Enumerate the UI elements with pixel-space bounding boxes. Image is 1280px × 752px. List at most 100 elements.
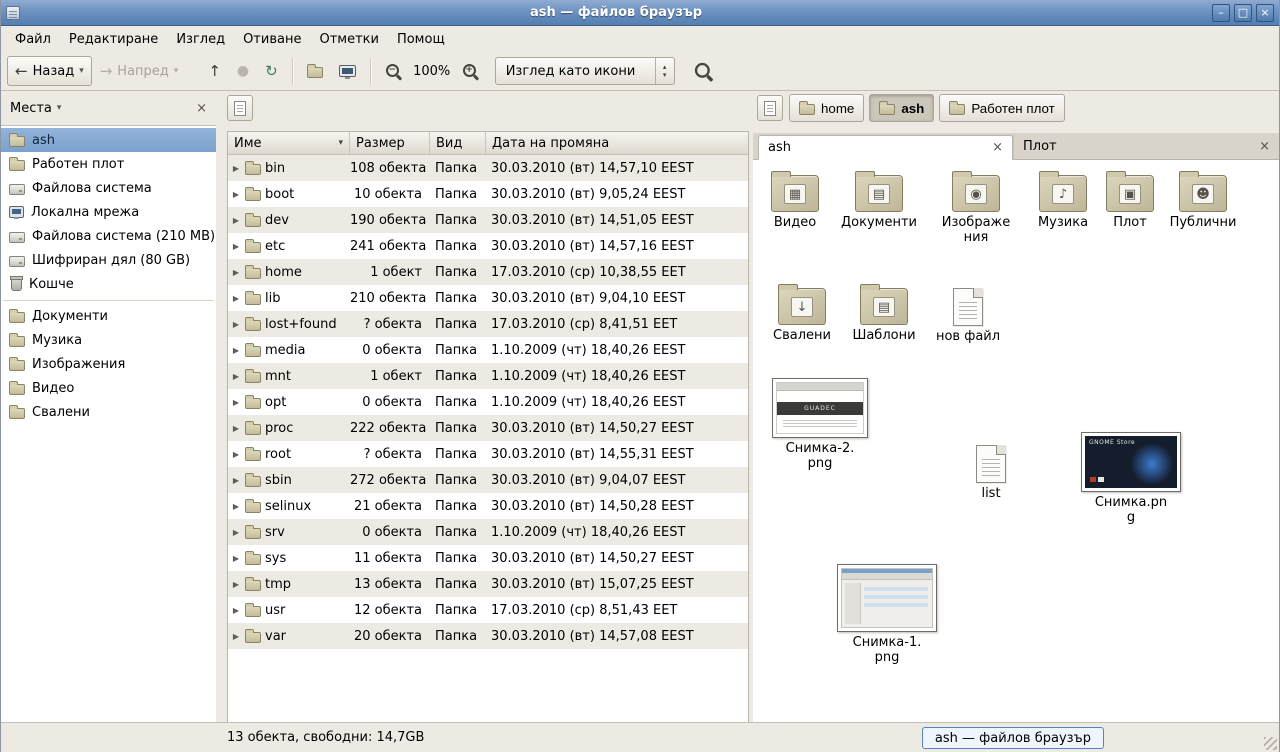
resize-grip[interactable] [1264, 737, 1277, 750]
folder-icon [245, 346, 261, 357]
pathbar-button[interactable]: Работен плот [939, 94, 1064, 122]
table-row[interactable]: ▶usr12 обектаПапка17.03.2010 (ср) 8,51,4… [228, 597, 748, 623]
back-icon: ← [15, 64, 28, 79]
menu-item[interactable]: Файл [6, 26, 60, 52]
folder-icon [245, 476, 261, 487]
folder-icon [245, 216, 261, 227]
menu-item[interactable]: Изглед [167, 26, 234, 52]
table-row[interactable]: ▶selinux21 обектаПапка30.03.2010 (вт) 14… [228, 493, 748, 519]
stop-button[interactable]: ● [229, 56, 257, 86]
table-row[interactable]: ▶lib210 обектаПапка30.03.2010 (вт) 9,04,… [228, 285, 748, 311]
icon-item[interactable]: Снимка-1.png [839, 564, 935, 666]
status-text: 13 обекта, свободни: 14,7GB [227, 730, 424, 745]
pane-splitter[interactable] [216, 91, 223, 722]
icon-item[interactable]: ☻Публични [1155, 175, 1251, 231]
menu-item[interactable]: Отметки [310, 26, 387, 52]
column-header-type[interactable]: Вид [430, 132, 486, 154]
sidebar-item[interactable]: ash [1, 128, 216, 152]
menu-item[interactable]: Отиване [234, 26, 310, 52]
column-header-date[interactable]: Дата на промяна [486, 132, 748, 154]
table-row[interactable]: ▶opt0 обектаПапка1.10.2009 (чт) 18,40,26… [228, 389, 748, 415]
table-row[interactable]: ▶proc222 обектаПапка30.03.2010 (вт) 14,5… [228, 415, 748, 441]
column-header-name[interactable]: Име ▾ [228, 132, 350, 154]
sidebar-item[interactable]: Работен плот [1, 152, 216, 176]
sidebar-item[interactable]: Видео [1, 376, 216, 400]
icon-item[interactable]: ◉Изображения [928, 175, 1024, 246]
forward-button[interactable]: → Напред ▾ [92, 56, 187, 86]
icon-item[interactable]: нов файл [920, 288, 1016, 345]
icon-item[interactable]: GUADECСнимка-2.png [772, 378, 868, 472]
folder-icon: ↓ [778, 288, 826, 325]
sidebar-item[interactable]: Кошче [1, 272, 216, 296]
sidebar-item[interactable]: Музика [1, 328, 216, 352]
icon-item[interactable]: ▤Документи [831, 175, 927, 231]
table-row[interactable]: ▶srv0 обектаПапка1.10.2009 (чт) 18,40,26… [228, 519, 748, 545]
folder-icon [245, 450, 261, 461]
sidebar-item[interactable]: Изображения [1, 352, 216, 376]
table-row[interactable]: ▶mnt1 обектПапка1.10.2009 (чт) 18,40,26 … [228, 363, 748, 389]
table-row[interactable]: ▶bin108 обектаПапка30.03.2010 (вт) 14,57… [228, 155, 748, 181]
tab-ash[interactable]: ash× [758, 135, 1013, 160]
table-row[interactable]: ▶media0 обектаПапка1.10.2009 (чт) 18,40,… [228, 337, 748, 363]
icon-canvas[interactable]: ▦Видео▤Документи◉Изображения♪Музика▣Плот… [753, 160, 1279, 722]
name-cell: ▶srv [228, 525, 350, 540]
pathbar-button[interactable]: ash [869, 94, 934, 122]
table-row[interactable]: ▶etc241 обектаПапка30.03.2010 (вт) 14,57… [228, 233, 748, 259]
name-cell: ▶sbin [228, 473, 350, 488]
tab-close-icon[interactable]: × [1259, 140, 1270, 153]
taskbar-window-button[interactable]: ash — файлов браузър [922, 727, 1104, 749]
sidebar-item[interactable]: Файлова система (210 MB) [1, 224, 216, 248]
table-row[interactable]: ▶boot10 обектаПапка30.03.2010 (вт) 9,05,… [228, 181, 748, 207]
menu-item[interactable]: Редактиране [60, 26, 167, 52]
sidebar-close-icon[interactable]: × [196, 102, 207, 115]
pathbar-button[interactable]: home [789, 94, 864, 122]
reload-button[interactable]: ↻ [257, 56, 286, 86]
tab-close-icon[interactable]: × [992, 141, 1003, 154]
icon-item[interactable]: ▦Видео [753, 175, 843, 231]
file-type: Папка [430, 551, 486, 566]
table-row[interactable]: ▶dev190 обектаПапка30.03.2010 (вт) 14,51… [228, 207, 748, 233]
up-button[interactable]: ↑ [200, 56, 229, 86]
file-name: sys [265, 551, 286, 566]
sidebar-item[interactable]: Файлова система [1, 176, 216, 200]
zoom-out-button[interactable]: − [377, 56, 410, 86]
table-row[interactable]: ▶root? обектаПапка30.03.2010 (вт) 14,55,… [228, 441, 748, 467]
table-row[interactable]: ▶lost+found? обектаПапка17.03.2010 (ср) … [228, 311, 748, 337]
chevron-down-icon: ▾ [57, 104, 62, 113]
minimize-button[interactable]: – [1212, 4, 1230, 22]
table-row[interactable]: ▶tmp13 обектаПапка30.03.2010 (вт) 15,07,… [228, 571, 748, 597]
file-date: 17.03.2010 (ср) 8,41,51 EET [486, 317, 748, 332]
table-row[interactable]: ▶home1 обектПапка17.03.2010 (ср) 10,38,5… [228, 259, 748, 285]
folder-icon [879, 104, 895, 115]
view-mode-select[interactable]: Изглед като икони ▴ ▾ [495, 57, 675, 85]
table-row[interactable]: ▶sbin272 обектаПапка30.03.2010 (вт) 9,04… [228, 467, 748, 493]
location-icon-button[interactable] [757, 95, 783, 121]
file-date: 30.03.2010 (вт) 14,50,27 EEST [486, 551, 748, 566]
close-button[interactable]: × [1256, 4, 1274, 22]
file-type: Папка [430, 187, 486, 202]
location-icon-button[interactable] [227, 95, 253, 121]
icon-item[interactable]: list [943, 445, 1039, 502]
drive-icon [9, 256, 25, 267]
menu-item[interactable]: Помощ [388, 26, 454, 52]
zoom-in-button[interactable]: + [454, 56, 487, 86]
computer-button[interactable] [331, 56, 364, 86]
maximize-button[interactable]: □ [1234, 4, 1252, 22]
file-name: mnt [265, 369, 291, 384]
titlebar[interactable]: ash — файлов браузър – □ × [1, 0, 1279, 26]
sidebar-item[interactable]: Свалени [1, 400, 216, 424]
back-button[interactable]: ← Назад ▾ [7, 56, 92, 86]
search-button[interactable] [687, 56, 720, 86]
file-type: Папка [430, 291, 486, 306]
column-header-size[interactable]: Размер [350, 132, 430, 154]
sidebar-item[interactable]: Локална мрежа [1, 200, 216, 224]
sidebar-item[interactable]: Документи [1, 304, 216, 328]
icon-item[interactable]: ▤Шаблони [836, 288, 932, 344]
sidebar-item[interactable]: Шифриран дял (80 GB) [1, 248, 216, 272]
sidebar-title[interactable]: Места [10, 101, 52, 116]
icon-item[interactable]: GNOME StoreСнимка.png [1083, 432, 1179, 526]
tab-Плот[interactable]: Плот× [1013, 134, 1279, 159]
home-button[interactable] [299, 56, 331, 86]
table-row[interactable]: ▶sys11 обектаПапка30.03.2010 (вт) 14,50,… [228, 545, 748, 571]
table-row[interactable]: ▶var20 обектаПапка30.03.2010 (вт) 14,57,… [228, 623, 748, 649]
